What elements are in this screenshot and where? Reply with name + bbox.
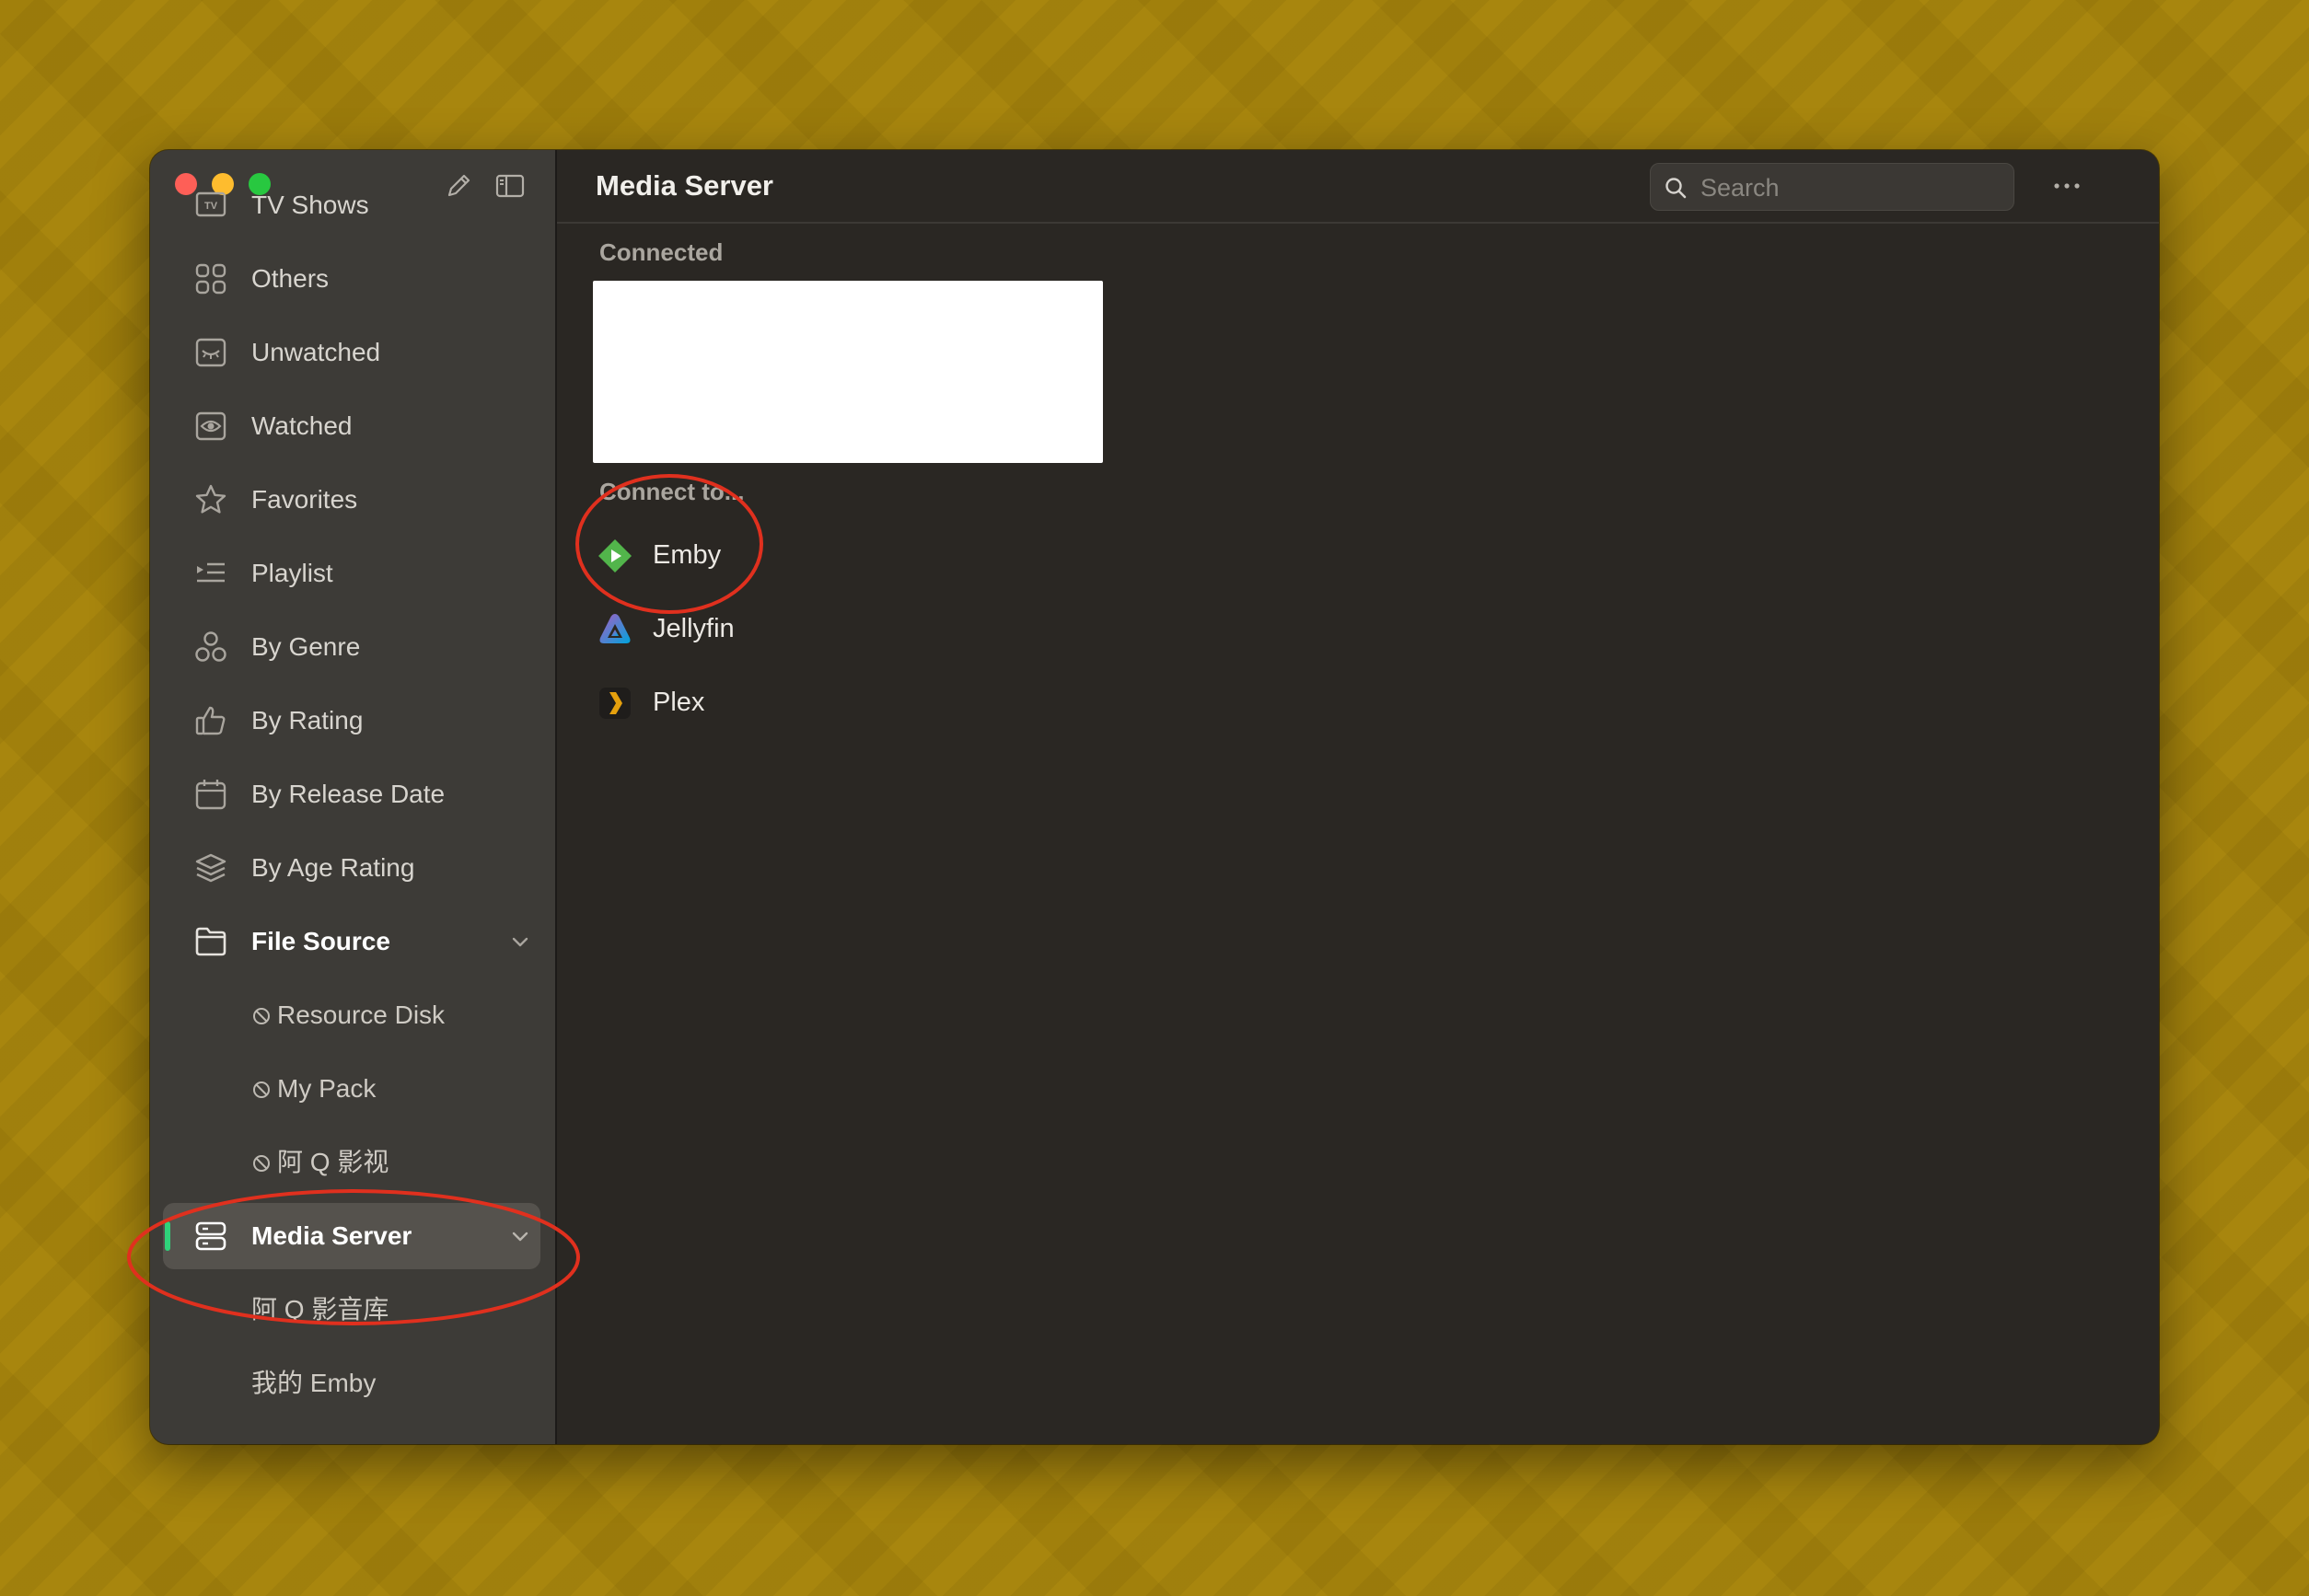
- sidebar-subitem-label: 我的 Emby: [251, 1369, 377, 1397]
- connect-emby-item[interactable]: Emby: [585, 522, 953, 588]
- sidebar-subitem-resource-disk[interactable]: Resource Disk: [163, 982, 540, 1048]
- sidebar-subitem-label: 阿 Q 影音库: [251, 1295, 389, 1324]
- search-field[interactable]: [1650, 163, 2014, 212]
- eye-icon: [195, 411, 226, 441]
- sidebar-item-label: By Age Rating: [251, 853, 415, 882]
- grid-icon: [195, 263, 226, 295]
- svg-text:TV: TV: [204, 201, 218, 212]
- disconnected-icon: [253, 1155, 270, 1172]
- search-input[interactable]: [1699, 164, 2006, 212]
- sidebar-group-label: File Source: [251, 927, 390, 955]
- ellipsis-icon[interactable]: [2050, 172, 2083, 200]
- server-label: Jellyfin: [653, 614, 735, 643]
- main-content: Media Server Connected Connect to...: [557, 150, 2159, 1444]
- sidebar-item-watched[interactable]: Watched: [163, 393, 540, 459]
- folder-icon: [195, 927, 226, 956]
- selection-indicator: [165, 1221, 170, 1251]
- sidebar-item-unwatched[interactable]: Unwatched: [163, 319, 540, 386]
- sidebar-item-label: Watched: [251, 411, 353, 440]
- sidebar-item-by-release-date[interactable]: By Release Date: [163, 761, 540, 827]
- jellyfin-icon: [599, 614, 631, 643]
- sidebar-subitem-my-emby[interactable]: 我的 Emby: [163, 1350, 540, 1417]
- star-icon: [195, 484, 226, 514]
- connect-jellyfin-item[interactable]: Jellyfin: [585, 596, 953, 662]
- plex-icon: [599, 688, 631, 719]
- sidebar-subitem-aq-library[interactable]: 阿 Q 影音库: [163, 1277, 540, 1343]
- sidebar-item-tv-shows[interactable]: TV TV Shows: [163, 172, 540, 238]
- tv-icon: TV: [195, 191, 226, 217]
- sidebar-nav: TV TV Shows Others Unwatched Watched Fav…: [150, 191, 555, 1444]
- sidebar-item-label: Playlist: [251, 559, 333, 587]
- chevron-down-icon[interactable]: [509, 931, 531, 953]
- chevron-down-icon[interactable]: [509, 1225, 531, 1247]
- sidebar-item-label: Favorites: [251, 485, 358, 514]
- sidebar-group-label: Media Server: [251, 1221, 412, 1250]
- sidebar-group-media-server[interactable]: Media Server: [163, 1203, 540, 1269]
- playlist-icon: [197, 562, 225, 583]
- layers-icon: [195, 853, 226, 883]
- disconnected-icon: [253, 1008, 270, 1024]
- sidebar-item-label: TV Shows: [251, 191, 369, 219]
- shapes-icon: [195, 631, 226, 662]
- eye-closed-icon: [195, 338, 226, 367]
- sidebar-subitem-my-pack[interactable]: My Pack: [163, 1056, 540, 1122]
- emby-icon: [598, 539, 632, 572]
- connect-plex-item[interactable]: Plex: [585, 669, 953, 735]
- toolbar: Media Server: [557, 150, 2159, 224]
- thumbs-up-icon: [195, 706, 226, 735]
- search-icon: [1665, 178, 1687, 199]
- sidebar-item-label: Unwatched: [251, 338, 381, 366]
- calendar-icon: [195, 780, 226, 810]
- sidebar-subitem-label: Resource Disk: [277, 1000, 446, 1029]
- sidebar-group-file-source[interactable]: File Source: [163, 908, 540, 975]
- page-title: Media Server: [596, 169, 773, 202]
- sidebar-item-label: Others: [251, 264, 330, 293]
- sidebar-item-by-rating[interactable]: By Rating: [163, 688, 540, 754]
- sidebar-item-others[interactable]: Others: [163, 246, 540, 312]
- sidebar-subitem-aq-video[interactable]: 阿 Q 影视: [163, 1129, 540, 1196]
- sidebar: TV TV Shows Others Unwatched Watched Fav…: [150, 150, 557, 1444]
- sidebar-item-label: By Rating: [251, 706, 364, 734]
- disconnected-icon: [253, 1081, 270, 1098]
- connect-to-section-label: Connect to...: [599, 478, 745, 505]
- sidebar-item-playlist[interactable]: Playlist: [163, 540, 540, 607]
- sidebar-item-by-genre[interactable]: By Genre: [163, 614, 540, 680]
- app-window: TV TV Shows Others Unwatched Watched Fav…: [150, 150, 2159, 1444]
- sidebar-item-label: By Genre: [251, 632, 361, 661]
- connected-server-card[interactable]: [593, 281, 1103, 463]
- sidebar-subitem-label: 阿 Q 影视: [277, 1148, 389, 1176]
- server-icon: [195, 1221, 226, 1251]
- sidebar-item-by-age-rating[interactable]: By Age Rating: [163, 835, 540, 901]
- server-label: Plex: [653, 688, 705, 717]
- connected-section-label: Connected: [599, 238, 724, 266]
- sidebar-item-label: By Release Date: [251, 780, 446, 808]
- sidebar-item-favorites[interactable]: Favorites: [163, 467, 540, 533]
- server-label: Emby: [653, 540, 722, 570]
- sidebar-subitem-label: My Pack: [277, 1074, 377, 1103]
